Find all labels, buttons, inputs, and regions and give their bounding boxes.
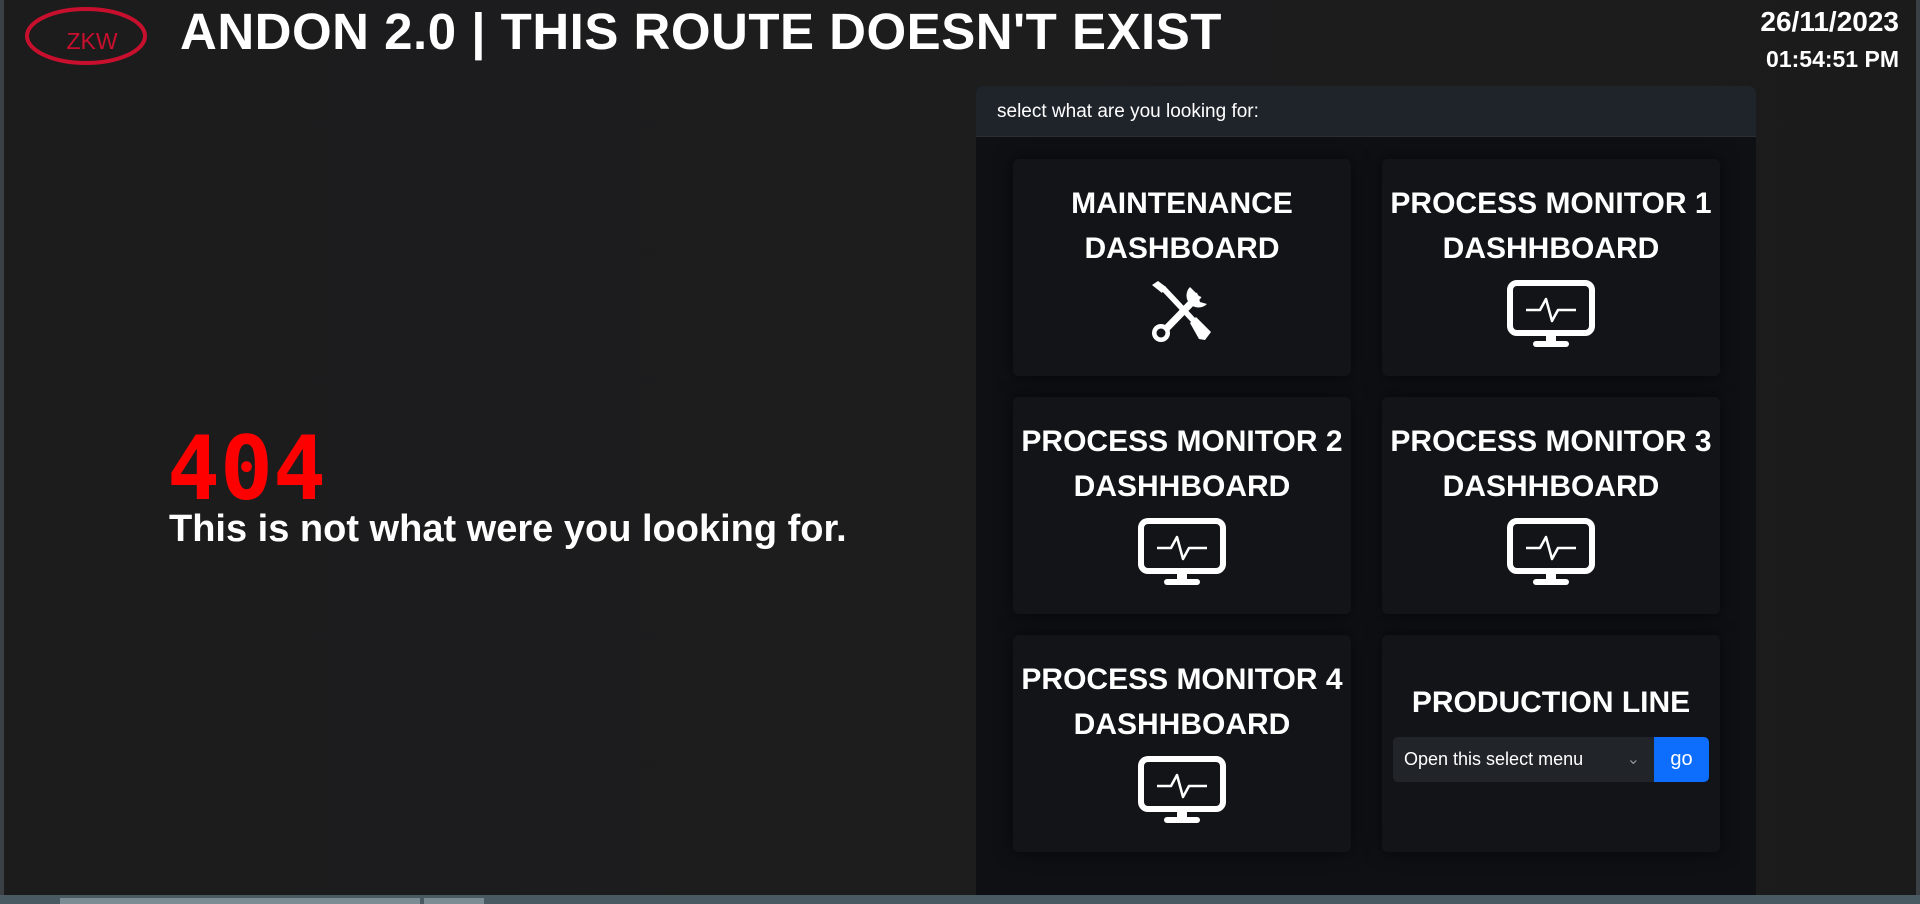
card-title: PROCESS MONITOR 4 DASHHBOARD — [1021, 663, 1343, 741]
navigation-panel: select what are you looking for: MAINTEN… — [976, 86, 1756, 895]
page-title: ANDON 2.0 | THIS ROUTE DOESN'T EXIST — [180, 3, 1222, 60]
monitor-icon — [1507, 518, 1595, 585]
select-value: Open this select menu — [1404, 749, 1584, 769]
process-monitor-1-card[interactable]: PROCESS MONITOR 1 DASHHBOARD — [1382, 159, 1720, 376]
maintenance-dashboard-card[interactable]: MAINTENANCE DASHBOARD — [1013, 159, 1351, 376]
app-window: ZKW ANDON 2.0 | THIS ROUTE DOESN'T EXIST… — [4, 0, 1916, 895]
card-title: PROCESS MONITOR 2 DASHHBOARD — [1021, 425, 1343, 503]
current-time: 01:54:51 PM — [1766, 46, 1899, 72]
process-monitor-3-card[interactable]: PROCESS MONITOR 3 DASHHBOARD — [1382, 397, 1720, 614]
taskbar-strip — [0, 895, 1920, 904]
production-line-form: Open this select menu ⌄ go — [1393, 737, 1709, 782]
process-monitor-2-card[interactable]: PROCESS MONITOR 2 DASHHBOARD — [1013, 397, 1351, 614]
zkw-logo: ZKW — [25, 7, 147, 65]
monitor-icon — [1507, 280, 1595, 347]
card-title: PROCESS MONITOR 1 DASHHBOARD — [1390, 187, 1712, 265]
clock: 26/11/2023 01:54:51 PM — [1760, 4, 1899, 74]
monitor-icon — [1138, 756, 1226, 823]
current-date: 26/11/2023 — [1760, 6, 1899, 37]
scroll-thumb[interactable] — [60, 898, 420, 904]
panel-header: select what are you looking for: — [976, 86, 1756, 137]
svg-text:ZKW: ZKW — [66, 28, 117, 54]
card-title: PROCESS MONITOR 3 DASHHBOARD — [1390, 425, 1712, 503]
monitor-icon — [1138, 518, 1226, 585]
process-monitor-4-card[interactable]: PROCESS MONITOR 4 DASHHBOARD — [1013, 635, 1351, 852]
go-button[interactable]: go — [1654, 737, 1709, 782]
chevron-down-icon: ⌄ — [1626, 751, 1640, 768]
tools-icon — [1152, 281, 1211, 342]
production-line-title: PRODUCTION LINE — [1411, 686, 1691, 719]
error-message: This is not what were you looking for. — [169, 508, 847, 550]
card-title: MAINTENANCE DASHBOARD — [1071, 187, 1293, 265]
error-code: 404 — [167, 417, 326, 520]
production-line-select[interactable]: Open this select menu ⌄ — [1393, 737, 1654, 782]
production-line-card: PRODUCTION LINE Open this select menu ⌄ … — [1382, 635, 1720, 852]
scroll-segment[interactable] — [424, 898, 484, 904]
